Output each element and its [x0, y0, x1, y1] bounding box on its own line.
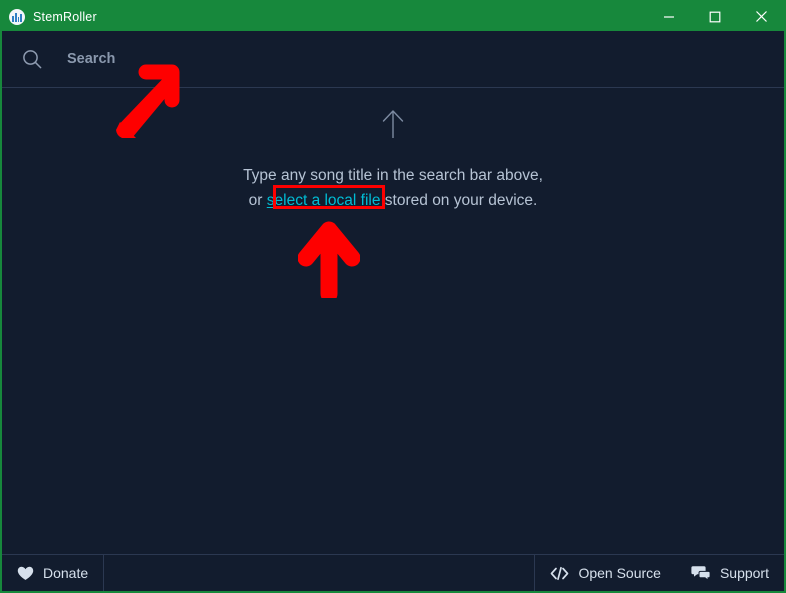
hint-line-2-suffix: stored on your device.	[380, 192, 538, 209]
equalizer-icon	[9, 8, 25, 25]
hint-line-1: Type any song title in the search bar ab…	[243, 167, 543, 184]
search-bar[interactable]	[2, 31, 784, 88]
empty-state-message: Type any song title in the search bar ab…	[243, 163, 543, 213]
bottom-bar: Donate Open Source Support	[2, 554, 784, 591]
app-title: StemRoller	[33, 9, 97, 24]
hint-line-2: or select a local file stored on your de…	[243, 188, 543, 213]
search-input[interactable]	[65, 50, 784, 68]
open-source-button[interactable]: Open Source	[535, 555, 676, 591]
donate-label: Donate	[43, 565, 89, 581]
title-bar: StemRoller	[2, 2, 784, 31]
window-controls	[646, 2, 784, 31]
title-bar-left: StemRoller	[2, 8, 97, 25]
donate-button[interactable]: Donate	[2, 555, 103, 591]
heart-icon	[17, 566, 34, 581]
chat-bubbles-icon	[691, 565, 711, 581]
select-local-file-link[interactable]: select a local file	[267, 192, 381, 209]
support-button[interactable]: Support	[676, 555, 784, 591]
close-button[interactable]	[738, 2, 784, 31]
open-source-label: Open Source	[578, 565, 661, 581]
code-icon	[550, 566, 569, 581]
search-icon	[19, 46, 45, 72]
app-window: StemRoller Search Type any song title in…	[0, 0, 786, 593]
arrow-up-icon	[378, 107, 408, 141]
maximize-button[interactable]	[692, 2, 738, 31]
minimize-button[interactable]	[646, 2, 692, 31]
main-content: Type any song title in the search bar ab…	[2, 88, 784, 554]
bottom-bar-spacer	[104, 555, 534, 591]
support-label: Support	[719, 565, 769, 581]
hint-line-2-prefix: or	[248, 192, 267, 209]
